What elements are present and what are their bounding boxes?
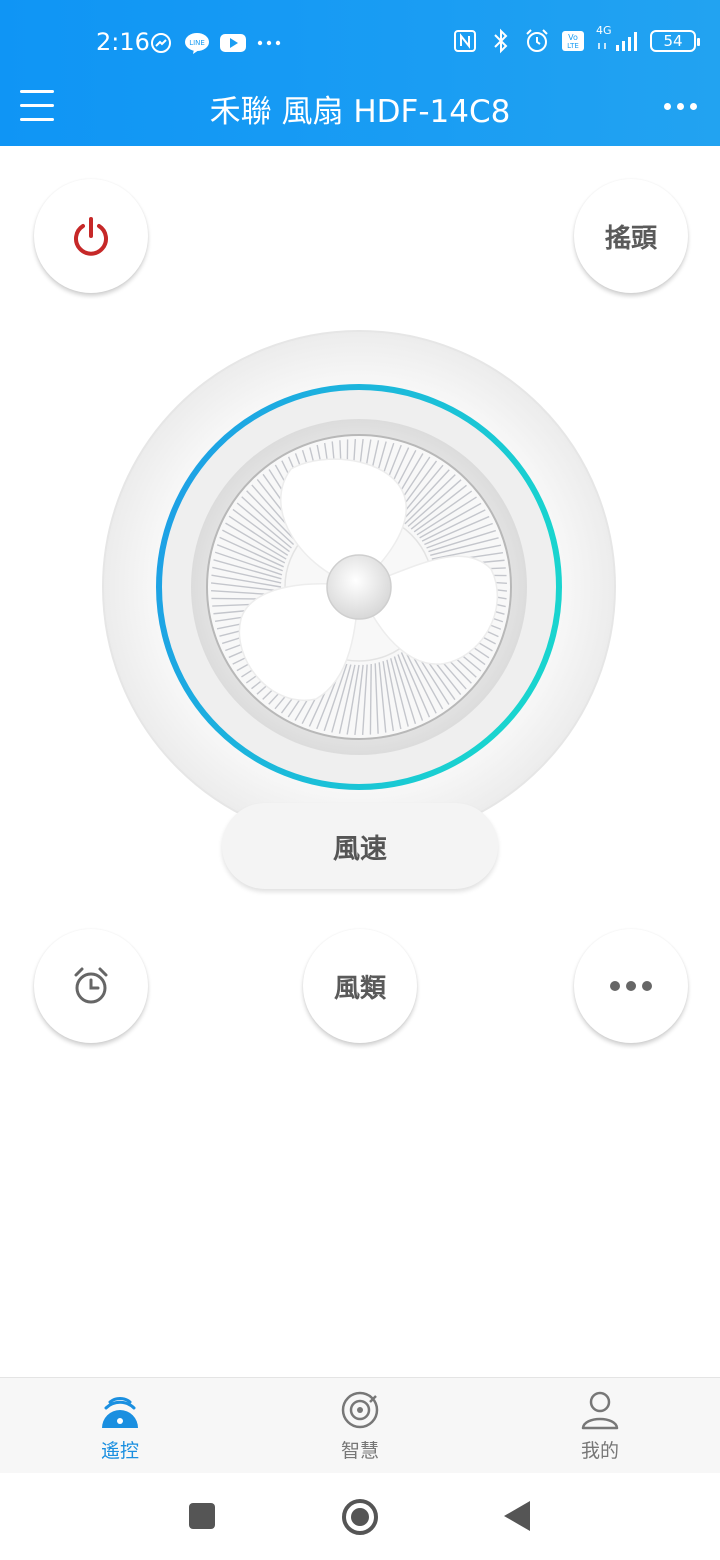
profile-icon bbox=[581, 1391, 619, 1430]
bluetooth-icon bbox=[488, 28, 514, 54]
tab-smart[interactable]: 智慧 bbox=[280, 1378, 440, 1474]
status-bar: 2:16 LINE Vo LTE 4G 54 bbox=[0, 0, 720, 86]
more-horizontal-icon bbox=[610, 981, 652, 991]
home-icon[interactable] bbox=[340, 1497, 380, 1537]
tab-remote[interactable]: 遙控 bbox=[40, 1378, 200, 1474]
status-left-icons: LINE bbox=[148, 30, 282, 56]
tab-profile-label: 我的 bbox=[580, 1440, 619, 1462]
remote-icon bbox=[102, 1397, 138, 1428]
volte-icon: Vo LTE bbox=[560, 28, 586, 54]
tab-remote-label: 遙控 bbox=[100, 1440, 139, 1462]
signal-icon: 4G bbox=[596, 24, 640, 54]
fan-hub bbox=[326, 554, 392, 620]
smart-icon bbox=[341, 1391, 379, 1429]
app-header: 2:16 LINE Vo LTE 4G 54 禾聯 風扇 HDF-14C8 bbox=[0, 0, 720, 146]
recent-apps-icon[interactable] bbox=[188, 1502, 216, 1530]
more-button[interactable] bbox=[574, 929, 688, 1043]
page-title: 禾聯 風扇 HDF-14C8 bbox=[209, 94, 511, 130]
svg-text:Vo: Vo bbox=[568, 33, 578, 42]
status-right-icons: Vo LTE 4G 54 bbox=[452, 24, 700, 54]
speed-button[interactable]: 風速 bbox=[222, 803, 498, 889]
system-nav-bar bbox=[0, 1473, 720, 1560]
back-icon[interactable] bbox=[502, 1499, 532, 1533]
tab-smart-label: 智慧 bbox=[340, 1440, 379, 1462]
tab-profile[interactable]: 我的 bbox=[520, 1378, 680, 1474]
header-more-button[interactable] bbox=[664, 96, 704, 116]
power-icon bbox=[74, 217, 108, 256]
oscillate-label: 搖頭 bbox=[604, 223, 657, 254]
nfc-icon bbox=[452, 28, 478, 54]
bottom-tab-bar: 遙控 智慧 我的 bbox=[0, 1377, 720, 1473]
svg-text:LINE: LINE bbox=[189, 39, 205, 47]
power-button[interactable] bbox=[34, 179, 148, 293]
status-time: 2:16 bbox=[96, 28, 150, 56]
speed-label: 風速 bbox=[333, 833, 387, 865]
oscillate-button[interactable]: 搖頭 bbox=[574, 179, 688, 293]
youtube-icon bbox=[220, 30, 246, 56]
mode-label: 風類 bbox=[333, 973, 386, 1004]
timer-button[interactable] bbox=[34, 929, 148, 1043]
more-dots-icon bbox=[256, 30, 282, 56]
fan-display[interactable] bbox=[101, 329, 617, 845]
line-icon: LINE bbox=[184, 30, 210, 56]
mode-button[interactable]: 風類 bbox=[303, 929, 417, 1043]
svg-text:LTE: LTE bbox=[567, 42, 579, 50]
alarm-clock-icon bbox=[74, 967, 108, 1004]
fan-illustration bbox=[102, 330, 616, 844]
battery-indicator: 54 bbox=[650, 30, 700, 52]
network-type: 4G bbox=[596, 24, 612, 37]
alarm-icon bbox=[524, 28, 550, 54]
speed-icon bbox=[148, 30, 174, 56]
